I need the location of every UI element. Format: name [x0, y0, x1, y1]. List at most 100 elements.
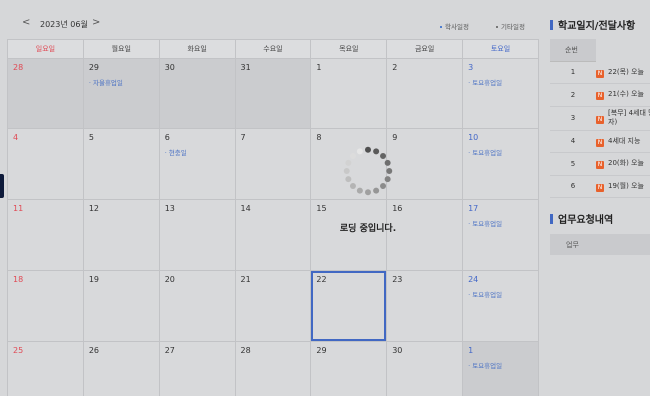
calendar-day-cell[interactable]: 28 [234, 341, 312, 396]
notice-table: 순번 1 N 22(목) 오늘 2 N 21(수) 오늘 3 N[복무] 4세대 당자) 4 N 4… [550, 39, 650, 198]
month-calendar: 일요일 월요일 화요일 수요일 목요일 금요일 토요일 28 29 · 자율휴업일 3… [7, 39, 539, 396]
calendar-day-cell[interactable]: 24 · 토요휴업일 [462, 270, 539, 342]
calendar-day-cell[interactable]: 30 [386, 341, 464, 396]
notice-row[interactable]: 5 N 20(화) 오늘 [550, 152, 650, 176]
weekday-sun: 일요일 [7, 39, 84, 59]
calendar-event[interactable]: · 자율휴업일 [89, 77, 154, 87]
request-title-text: 업무요청내역 [558, 215, 614, 226]
title-bar-icon [550, 214, 553, 224]
day-number: 20 [164, 275, 175, 284]
day-number: 30 [392, 346, 403, 355]
notice-row[interactable]: 1 N 22(목) 오늘 [550, 61, 650, 84]
notice-row-text[interactable]: N 20(화) 오늘 [596, 152, 650, 176]
calendar-event[interactable]: · 토요휴업일 [468, 289, 533, 299]
calendar-day-cell[interactable]: 25 [7, 341, 84, 396]
day-number: 1 [316, 63, 322, 72]
calendar-day-cell[interactable]: 18 [7, 270, 84, 342]
notice-title: 20(화) 오늘 [608, 159, 644, 168]
calendar-event[interactable]: · 현충일 [165, 147, 230, 157]
day-number: 21 [240, 275, 251, 284]
calendar-week-row: 28 29 · 자율휴업일 30 31 1 2 3 · 토요휴업일 [7, 58, 539, 129]
calendar-day-cell[interactable]: 2 [386, 58, 464, 129]
calendar-day-cell[interactable]: 1 [310, 58, 388, 129]
spinner-dot [345, 176, 352, 183]
next-month-button[interactable]: > [92, 17, 100, 28]
notice-row-text[interactable]: N 19(월) 오늘 [596, 175, 650, 198]
new-badge-icon: N [596, 69, 604, 78]
calendar-event-label: 토요휴업일 [472, 362, 503, 370]
day-number: 16 [392, 204, 403, 213]
day-number: 28 [240, 346, 251, 355]
calendar-week-row: 11 12 13 14 15 16 17 · 토요휴업일 [7, 199, 539, 271]
calendar-event[interactable]: · 토요휴업일 [468, 77, 533, 87]
day-number: 30 [164, 63, 175, 72]
calendar-day-cell[interactable]: 28 [7, 58, 84, 129]
calendar-week-row: 4 5 6 · 현충일 7 8 9 10 · 토요휴업일 [7, 128, 539, 200]
new-badge-icon: N [596, 183, 604, 192]
calendar-day-cell[interactable]: 3 · 토요휴업일 [462, 58, 539, 129]
day-number: 24 [468, 275, 479, 284]
notice-title: 22(목) 오늘 [608, 67, 644, 76]
day-number: 11 [13, 204, 24, 213]
calendar-day-cell[interactable]: 1 · 토요휴업일 [462, 341, 539, 396]
calendar-day-cell[interactable]: 11 [7, 199, 84, 271]
calendar-day-cell[interactable]: 21 [234, 270, 312, 342]
calendar-day-cell[interactable]: 5 [82, 128, 160, 200]
calendar-day-cell[interactable]: 10 · 토요휴업일 [462, 128, 539, 200]
legend-school-schedule[interactable]: 학사일정 [440, 21, 469, 31]
notice-row[interactable]: 6 N 19(월) 오늘 [550, 175, 650, 198]
calendar-day-cell[interactable]: 7 [234, 128, 312, 200]
calendar-day-cell[interactable]: 6 · 현충일 [158, 128, 236, 200]
calendar-day-cell[interactable]: 27 [158, 341, 236, 396]
day-number: 3 [468, 63, 474, 72]
day-number: 31 [240, 63, 251, 72]
calendar-day-cell[interactable]: 4 [7, 128, 84, 200]
calendar-day-cell[interactable]: 26 [82, 341, 160, 396]
notice-row-text[interactable]: N 4세대 지능 [596, 130, 650, 153]
spinner-dot [373, 148, 380, 155]
spinner-dot [373, 187, 380, 194]
notice-row-text[interactable]: N [복무] 4세대 당자) [596, 106, 650, 131]
calendar-day-cell[interactable]: 29 [310, 341, 388, 396]
request-col-task: 업무 [550, 234, 650, 255]
notice-row-number: 2 [550, 83, 596, 107]
calendar-day-cell[interactable]: 19 [82, 270, 160, 342]
calendar-event[interactable]: · 토요휴업일 [468, 360, 533, 370]
calendar-day-cell[interactable]: 14 [234, 199, 312, 271]
calendar-day-cell[interactable]: 31 [234, 58, 312, 129]
calendar-header: < 2023년 06월 > 학사일정 기타일정 [0, 0, 541, 40]
prev-month-button[interactable]: < [22, 17, 30, 28]
notice-section-title: 학교일지/전달사항 [550, 17, 635, 32]
legend-other-schedule[interactable]: 기타일정 [496, 21, 525, 31]
day-number: 29 [88, 63, 100, 72]
notice-row-text[interactable]: N 21(수) 오늘 [596, 83, 650, 107]
calendar-day-cell[interactable]: 22 [310, 270, 388, 342]
calendar-day-cell[interactable]: 29 · 자율휴업일 [82, 58, 160, 129]
spinner-dot [384, 176, 391, 183]
calendar-day-cell[interactable]: 13 [158, 199, 236, 271]
notice-row-text[interactable]: N 22(목) 오늘 [596, 61, 650, 84]
right-panel: 학교일지/전달사항 순번 1 N 22(목) 오늘 2 N 21(수) 오늘 3 N[복무] … [541, 0, 650, 396]
notice-row[interactable]: 3 N [복무] 4세대 당자) [550, 106, 650, 131]
notice-row[interactable]: 2 N 21(수) 오늘 [550, 83, 650, 107]
calendar-event-label: 토요휴업일 [472, 149, 503, 157]
calendar-event[interactable]: · 토요휴업일 [468, 147, 533, 157]
legend-other-label: 기타일정 [501, 23, 525, 31]
calendar-day-cell[interactable]: 30 [158, 58, 236, 129]
notice-title: [복무] 4세대 당자) [608, 109, 650, 126]
calendar-day-cell[interactable]: 20 [158, 270, 236, 342]
title-bar-icon [550, 20, 553, 30]
calendar-event[interactable]: · 토요휴업일 [468, 218, 533, 228]
calendar-day-cell[interactable]: 23 [386, 270, 464, 342]
calendar-day-cell[interactable]: 12 [82, 199, 160, 271]
sidebar-toggle-handle[interactable] [0, 174, 4, 198]
today-highlight [311, 271, 387, 341]
loading-spinner-icon [343, 146, 393, 196]
spinner-dot [384, 159, 391, 166]
calendar-day-cell[interactable]: 17 · 토요휴업일 [462, 199, 539, 271]
spinner-dot [386, 168, 393, 174]
calendar-event-label: 현충일 [168, 149, 187, 157]
notice-row[interactable]: 4 N 4세대 지능 [550, 130, 650, 153]
calendar-event-label: 토요휴업일 [472, 291, 503, 299]
notice-row-number: 3 [550, 106, 596, 131]
